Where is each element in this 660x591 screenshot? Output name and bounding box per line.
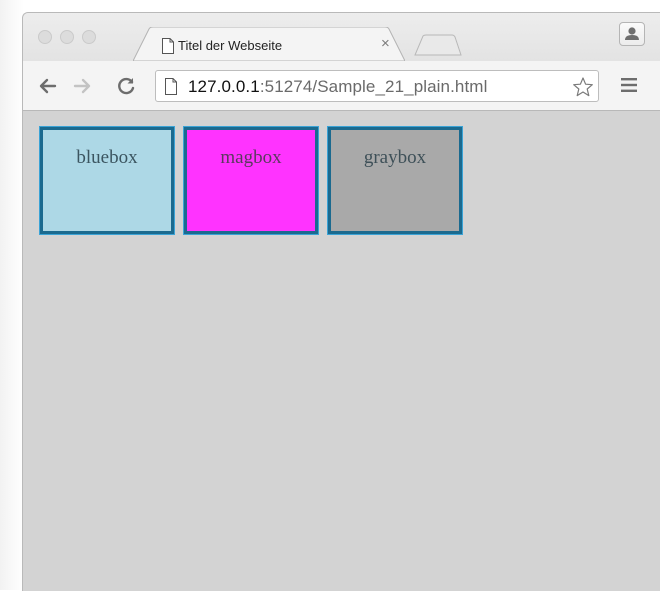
url-path: :51274/Sample_21_plain.html bbox=[259, 77, 488, 96]
tab-close-icon[interactable]: × bbox=[381, 36, 390, 52]
address-bar[interactable]: 127.0.0.1:51274/Sample_21_plain.html bbox=[155, 70, 599, 102]
page-icon bbox=[165, 78, 177, 95]
star-icon[interactable] bbox=[572, 76, 594, 98]
browser-window: Titel der Webseite × 127.0.0.1:51274/Sam… bbox=[22, 12, 660, 591]
url-text[interactable]: 127.0.0.1:51274/Sample_21_plain.html bbox=[188, 77, 487, 97]
window-zoom-button[interactable] bbox=[82, 30, 96, 44]
bluebox-label: bluebox bbox=[76, 147, 138, 168]
window-close-button[interactable] bbox=[38, 30, 52, 44]
menu-icon[interactable] bbox=[619, 76, 639, 94]
toolbar: 127.0.0.1:51274/Sample_21_plain.html bbox=[23, 61, 660, 111]
profile-button[interactable] bbox=[619, 22, 645, 46]
page-icon bbox=[162, 38, 174, 54]
bluebox: bluebox bbox=[39, 126, 175, 235]
forward-arrow-icon[interactable] bbox=[71, 75, 93, 97]
magbox: magbox bbox=[183, 126, 319, 235]
back-arrow-icon[interactable] bbox=[37, 75, 59, 97]
reload-icon[interactable] bbox=[115, 75, 137, 97]
new-tab-button[interactable] bbox=[414, 34, 462, 56]
window-minimize-button[interactable] bbox=[60, 30, 74, 44]
page-viewport: bluebox magbox graybox bbox=[23, 111, 660, 591]
person-icon bbox=[625, 27, 639, 40]
url-host: 127.0.0.1 bbox=[188, 77, 260, 96]
magbox-label: magbox bbox=[220, 147, 282, 168]
tab-active[interactable]: Titel der Webseite × bbox=[133, 27, 405, 61]
graybox-label: graybox bbox=[363, 147, 427, 168]
tab-title: Titel der Webseite bbox=[178, 38, 283, 53]
graybox: graybox bbox=[327, 126, 463, 235]
tab-strip: Titel der Webseite × bbox=[23, 13, 660, 61]
